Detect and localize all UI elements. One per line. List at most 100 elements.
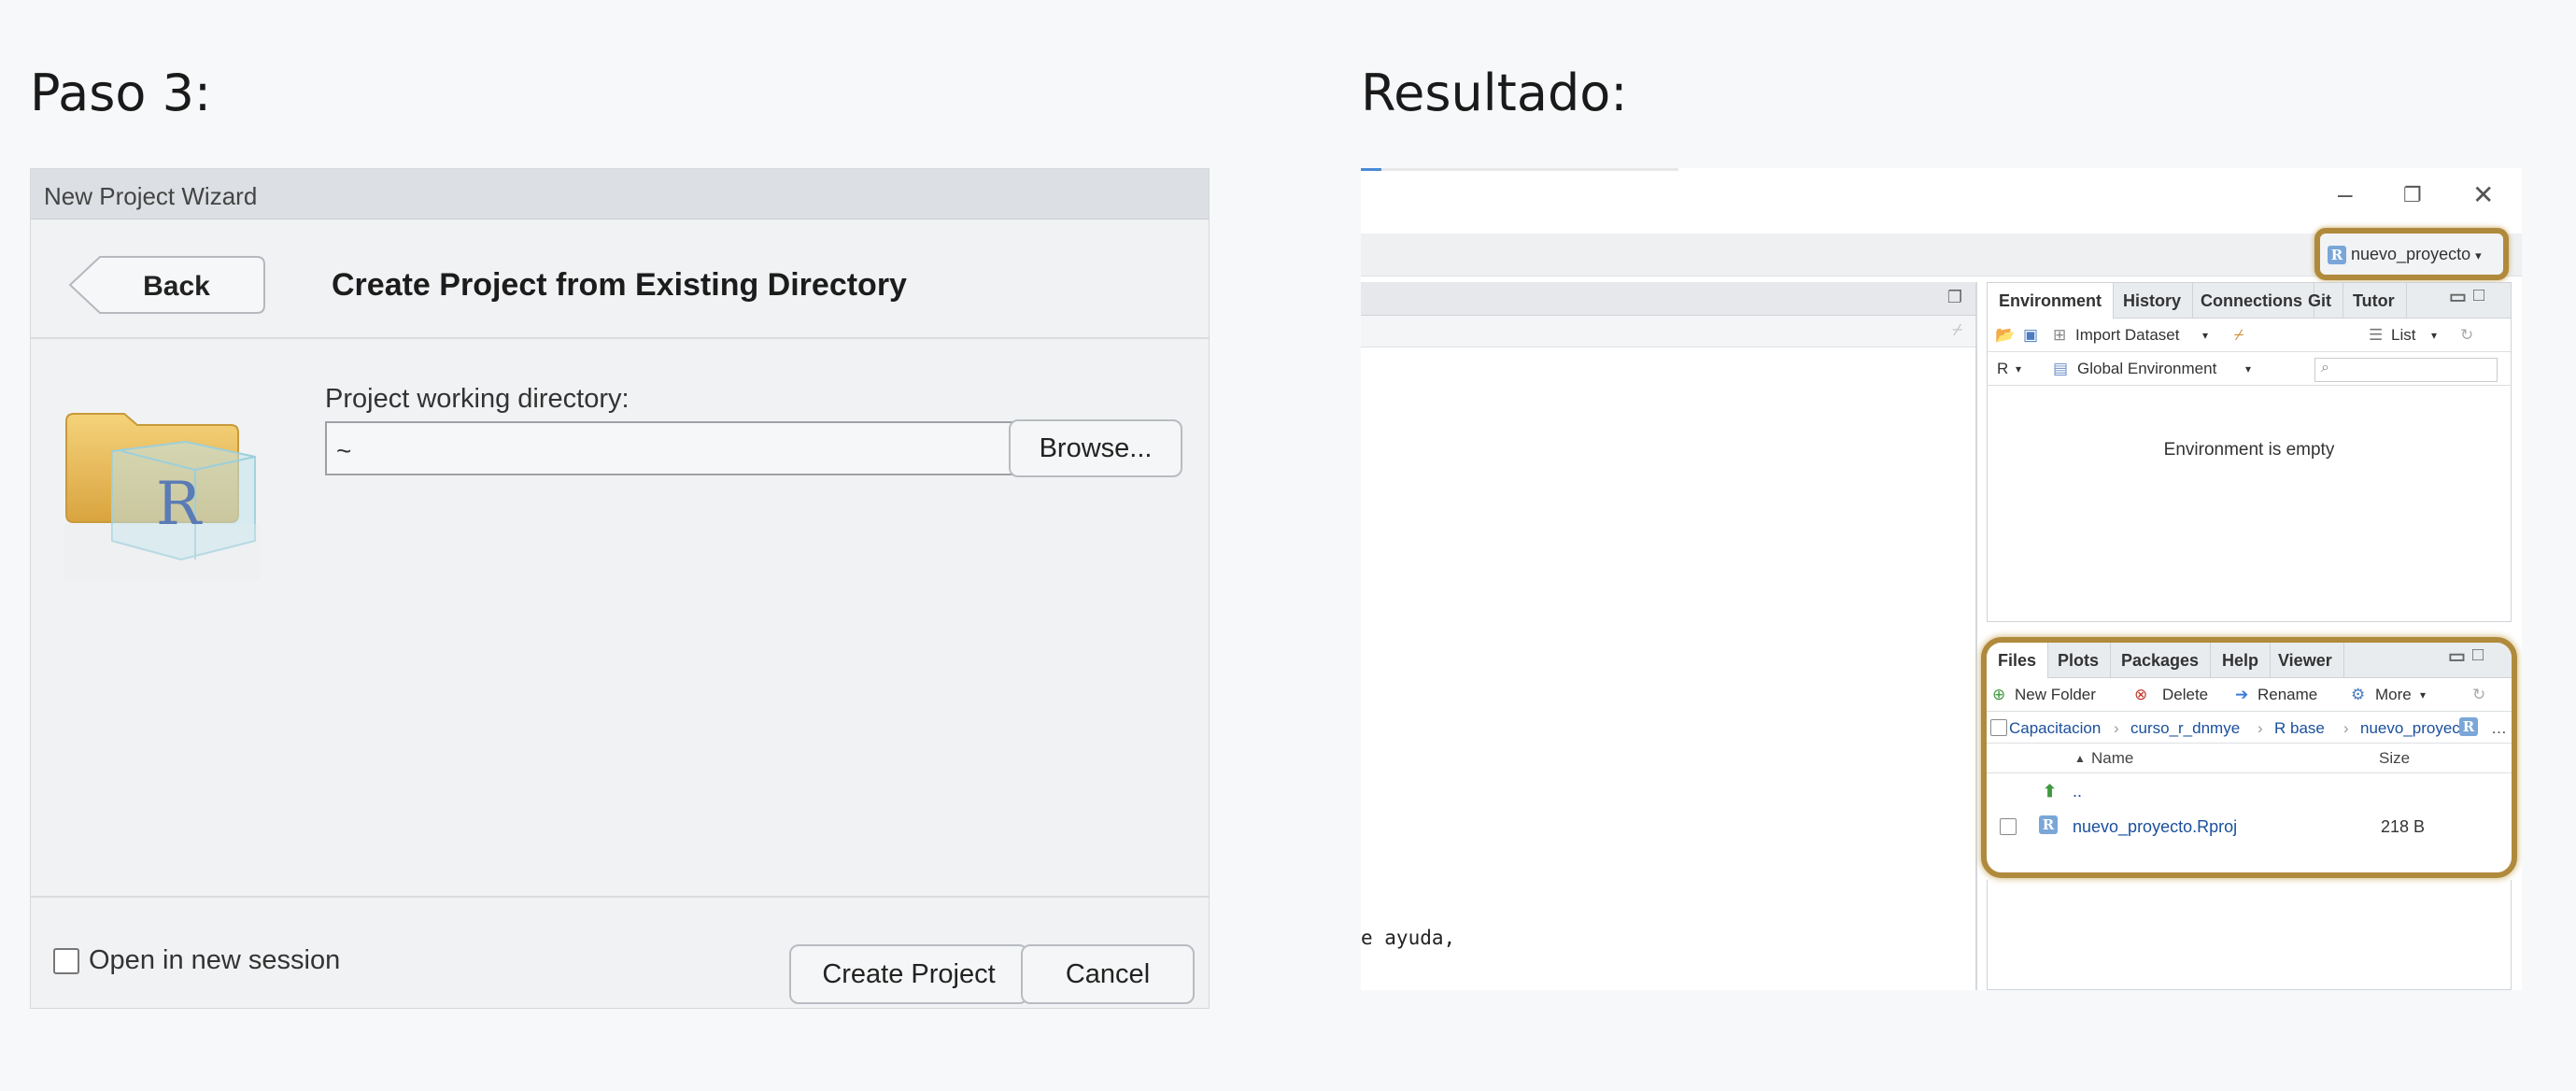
delete-icon: ⊗ — [2134, 686, 2148, 703]
name-column-header[interactable]: Name — [2091, 749, 2133, 768]
maximize-pane-icon[interactable]: □ — [2472, 645, 2484, 666]
tab-files[interactable]: Files — [1987, 643, 2049, 678]
project-dir-input[interactable]: ~ — [325, 421, 1035, 475]
dir-label: Project working directory: — [325, 384, 630, 414]
back-button[interactable]: Back — [68, 255, 266, 315]
browse-button[interactable]: Browse... — [1009, 419, 1182, 477]
broom-icon[interactable]: ⌿ — [2234, 326, 2243, 345]
file-size: 218 B — [2381, 817, 2426, 836]
console-output: e ayuda, — [1361, 927, 1456, 949]
wizard-header: Back Create Project from Existing Direct… — [31, 220, 1209, 339]
restore-icon[interactable]: ❐ — [2403, 183, 2422, 207]
tab-packages[interactable]: Packages — [2110, 643, 2212, 678]
tab-plots[interactable]: Plots — [2046, 643, 2112, 678]
environment-empty-message: Environment is empty — [2163, 440, 2335, 460]
console-tab-bar: ❐ — [1361, 282, 1975, 316]
breadcrumb-item[interactable]: nuevo_proyec — [2360, 719, 2460, 738]
back-button-label: Back — [143, 271, 210, 302]
rename-icon: ➔ — [2235, 686, 2249, 703]
delete-button[interactable]: Delete — [2162, 686, 2208, 704]
list-view-button[interactable]: List — [2391, 326, 2415, 345]
open-new-session-label: Open in new session — [89, 945, 341, 975]
result-heading: Resultado: — [1361, 64, 1628, 122]
tab-connections[interactable]: Connections — [2189, 283, 2315, 319]
file-name-link[interactable]: nuevo_proyecto.Rproj — [2073, 817, 2237, 837]
import-dataset-button[interactable]: Import Dataset — [2075, 326, 2180, 345]
environment-pane: Environment History Connections Git Tuto… — [1987, 282, 2512, 622]
import-icon: ⊞ — [2053, 326, 2067, 344]
minimize-pane-icon[interactable]: ▭ — [2449, 285, 2467, 308]
step-heading: Paso 3: — [30, 64, 212, 122]
refresh-icon[interactable]: ↻ — [2460, 326, 2473, 345]
chevron-down-icon: ▾ — [2016, 362, 2022, 375]
list-icon: ☰ — [2369, 326, 2384, 344]
title-bar: – ❐ ✕ — [1361, 168, 2522, 234]
r-project-folder-icon: R — [64, 413, 261, 580]
cancel-button[interactable]: Cancel — [1021, 944, 1195, 1004]
project-name: nuevo_proyecto — [2351, 245, 2471, 263]
create-project-button[interactable]: Create Project — [789, 944, 1028, 1004]
env-toolbar: 📂 ▣ ⊞ Import Dataset ▾ ⌿ ☰ List ▾ ↻ — [1988, 319, 2511, 352]
breadcrumb-separator-icon: › — [2114, 719, 2119, 737]
tab-viewer[interactable]: Viewer — [2267, 643, 2344, 678]
wizard-title: Create Project from Existing Directory — [332, 267, 907, 303]
parent-dir-link[interactable]: .. — [2073, 782, 2082, 801]
tab-environment[interactable]: Environment — [1988, 283, 2115, 319]
breadcrumb-more[interactable]: … — [2491, 719, 2507, 738]
tab-help[interactable]: Help — [2211, 643, 2272, 678]
breadcrumb-item[interactable]: Capacitacion — [2009, 719, 2101, 738]
chevron-down-icon: ▾ — [2420, 688, 2427, 701]
tab-tutorial[interactable]: Tutor — [2342, 283, 2407, 319]
r-project-icon: R — [2328, 246, 2346, 265]
scope-select[interactable]: Global Environment — [2077, 360, 2216, 378]
minimize-icon[interactable]: – — [2338, 179, 2353, 209]
list-item[interactable]: R nuevo_proyecto.Rproj 218 B — [1987, 809, 2512, 844]
breadcrumb-item[interactable]: curso_r_dnmye — [2130, 719, 2240, 738]
minimize-pane-icon[interactable]: ▭ — [2448, 645, 2466, 668]
console-pane: ❐ ⌿ e ayuda, — [1361, 282, 1977, 990]
size-column-header[interactable]: Size — [2379, 749, 2410, 768]
breadcrumb: Capacitacion › curso_r_dnmye › R base › … — [1987, 712, 2512, 744]
console-toolbar: ⌿ — [1361, 316, 1975, 347]
tab-strip — [1361, 168, 1678, 171]
select-all-checkbox[interactable] — [1990, 719, 2007, 736]
maximize-pane-icon[interactable]: □ — [2473, 285, 2484, 306]
env-tabs: Environment History Connections Git Tuto… — [1988, 283, 2511, 319]
up-arrow-icon: ⬆ — [2043, 782, 2058, 801]
new-folder-button[interactable]: New Folder — [2015, 686, 2096, 704]
active-tab-marker — [1361, 168, 1381, 171]
save-icon[interactable]: ▣ — [2023, 326, 2038, 345]
list-item[interactable]: ⬆ .. — [1987, 773, 2512, 809]
close-icon[interactable]: ✕ — [2472, 179, 2494, 210]
env-search-input[interactable]: ⌕ — [2314, 358, 2498, 382]
breadcrumb-separator-icon: › — [2258, 719, 2263, 737]
chevron-down-icon: ▾ — [2431, 329, 2438, 342]
maximize-pane-icon[interactable]: ❐ — [1947, 288, 1962, 307]
chevron-down-icon: ▾ — [2202, 329, 2209, 342]
rename-button[interactable]: Rename — [2258, 686, 2317, 704]
language-select[interactable]: R — [1997, 360, 2008, 378]
refresh-icon[interactable]: ↻ — [2472, 686, 2485, 704]
files-pane-lower — [1987, 880, 2512, 990]
open-new-session-checkbox[interactable] — [53, 948, 79, 974]
files-pane: Files Plots Packages Help Viewer ▭ □ ⊕ N… — [1981, 637, 2517, 878]
new-folder-icon: ⊕ — [1992, 686, 2006, 703]
more-button[interactable]: More — [2375, 686, 2412, 704]
right-column: Environment History Connections Git Tuto… — [1981, 282, 2522, 990]
wizard-title-bar: New Project Wizard — [31, 169, 1209, 220]
environment-icon: ▤ — [2053, 360, 2069, 377]
files-toolbar: ⊕ New Folder ⊗ Delete ➔ Rename ⚙ More ▾ … — [1987, 678, 2512, 712]
env-scope-bar: R ▾ ▤ Global Environment ▾ ⌕ — [1988, 352, 2511, 386]
files-tabs: Files Plots Packages Help Viewer ▭ □ — [1987, 643, 2512, 678]
broom-icon[interactable]: ⌿ — [1952, 320, 1962, 340]
breadcrumb-separator-icon: › — [2343, 719, 2349, 737]
r-project-icon: R — [2459, 717, 2478, 736]
tab-git[interactable]: Git — [2297, 283, 2343, 319]
breadcrumb-item[interactable]: R base — [2274, 719, 2325, 738]
files-header: ▲ Name Size — [1987, 744, 2512, 773]
project-menu-button[interactable]: R nuevo_proyecto ▾ — [2314, 228, 2509, 280]
open-folder-icon[interactable]: 📂 — [1995, 326, 2015, 345]
footer-divider — [31, 896, 1209, 898]
tab-history[interactable]: History — [2112, 283, 2194, 319]
file-checkbox[interactable] — [2000, 818, 2017, 835]
